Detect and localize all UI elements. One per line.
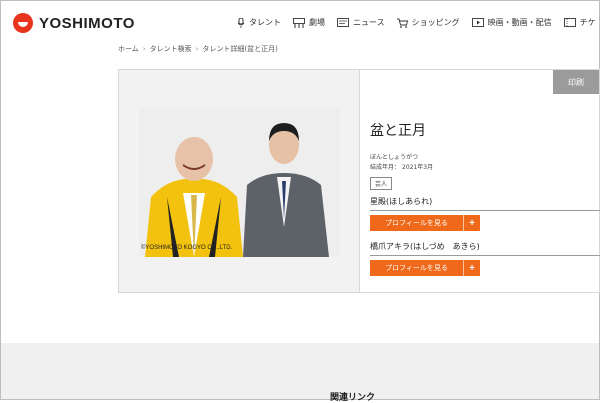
nav-item-video[interactable]: 映画・動画・配信 bbox=[471, 17, 552, 28]
formation-value: 2021年3月 bbox=[402, 164, 434, 171]
video-icon bbox=[471, 18, 484, 27]
breadcrumb: ホーム › タレント検索 › タレント詳細(盆と正月) bbox=[118, 44, 278, 54]
member-name: 星殿(ほしあられ) bbox=[370, 197, 433, 206]
talent-card: ©YOSHIMOTO KOGYO CO.,LTD. 印刷 盆と正月 ぼんとしょう… bbox=[118, 69, 600, 293]
site-logo[interactable]: YOSHIMOTO bbox=[13, 13, 135, 33]
breadcrumb-separator-icon: › bbox=[142, 45, 146, 53]
theater-icon bbox=[293, 17, 305, 28]
member-divider bbox=[370, 255, 600, 256]
member-divider bbox=[370, 210, 600, 211]
microphone-icon bbox=[237, 17, 245, 28]
ticket-icon bbox=[563, 18, 576, 27]
nav-label: タレント bbox=[249, 18, 281, 27]
nav-item-talent[interactable]: タレント bbox=[237, 17, 281, 28]
print-button[interactable]: 印刷 bbox=[553, 70, 599, 94]
view-profile-label: プロフィールを見る bbox=[385, 220, 448, 227]
nav-label: ショッピング bbox=[411, 18, 460, 27]
logo-mark-icon bbox=[13, 13, 33, 33]
member-item: 星殿(ほしあられ) プロフィールを見る + bbox=[370, 196, 600, 231]
photo-area: ©YOSHIMOTO KOGYO CO.,LTD. bbox=[119, 70, 360, 292]
formation-date: 結成年月： 2021年3月 bbox=[370, 162, 595, 171]
plus-icon: + bbox=[463, 215, 480, 231]
view-profile-button[interactable]: プロフィールを見る + bbox=[370, 215, 480, 231]
talent-photo-illustration bbox=[139, 107, 340, 257]
breadcrumb-current: タレント詳細(盆と正月) bbox=[202, 45, 278, 53]
talent-photo: ©YOSHIMOTO KOGYO CO.,LTD. bbox=[139, 107, 340, 257]
view-profile-label: プロフィールを見る bbox=[385, 265, 448, 272]
main-nav: タレント 劇場 ニュース ショッピング 映画・動画・配信 チケ bbox=[237, 17, 600, 28]
talent-reading: ぼんとしょうがつ bbox=[370, 154, 419, 161]
nav-item-ticket[interactable]: チケ bbox=[563, 17, 596, 28]
talent-info: 盆と正月 ぼんとしょうがつ 結成年月： 2021年3月 芸人 星殿(ほしあられ)… bbox=[370, 120, 600, 276]
nav-label: ニュース bbox=[353, 18, 385, 27]
cart-icon bbox=[396, 18, 408, 28]
nav-item-shopping[interactable]: ショッピング bbox=[396, 17, 460, 28]
breadcrumb-talent-search[interactable]: タレント検索 bbox=[150, 44, 192, 54]
breadcrumb-separator-icon: › bbox=[195, 45, 199, 53]
view-profile-button[interactable]: プロフィールを見る + bbox=[370, 260, 480, 276]
formation-label: 結成年月： bbox=[370, 164, 401, 171]
nav-label: 劇場 bbox=[309, 18, 325, 27]
nav-label: チケ bbox=[579, 18, 596, 27]
news-icon bbox=[337, 18, 349, 27]
breadcrumb-home[interactable]: ホーム bbox=[118, 44, 139, 54]
member-item: 橋爪アキラ(はしづめ あきら) プロフィールを見る + bbox=[370, 241, 600, 276]
site-header: YOSHIMOTO タレント 劇場 ニュース ショッピング 映画・動画・配信 チ… bbox=[1, 1, 599, 45]
logo-text: YOSHIMOTO bbox=[39, 14, 135, 32]
footer-band bbox=[1, 343, 599, 399]
related-links-heading: 関連リンク bbox=[330, 393, 376, 403]
talent-name: 盆と正月 bbox=[370, 123, 426, 139]
category-badge: 芸人 bbox=[370, 177, 393, 190]
photo-copyright: ©YOSHIMOTO KOGYO CO.,LTD. bbox=[141, 245, 233, 251]
member-name: 橋爪アキラ(はしづめ あきら) bbox=[370, 242, 480, 251]
nav-item-theater[interactable]: 劇場 bbox=[293, 17, 325, 28]
nav-item-news[interactable]: ニュース bbox=[337, 17, 385, 28]
plus-icon: + bbox=[463, 260, 480, 276]
nav-label: 映画・動画・配信 bbox=[487, 18, 552, 27]
